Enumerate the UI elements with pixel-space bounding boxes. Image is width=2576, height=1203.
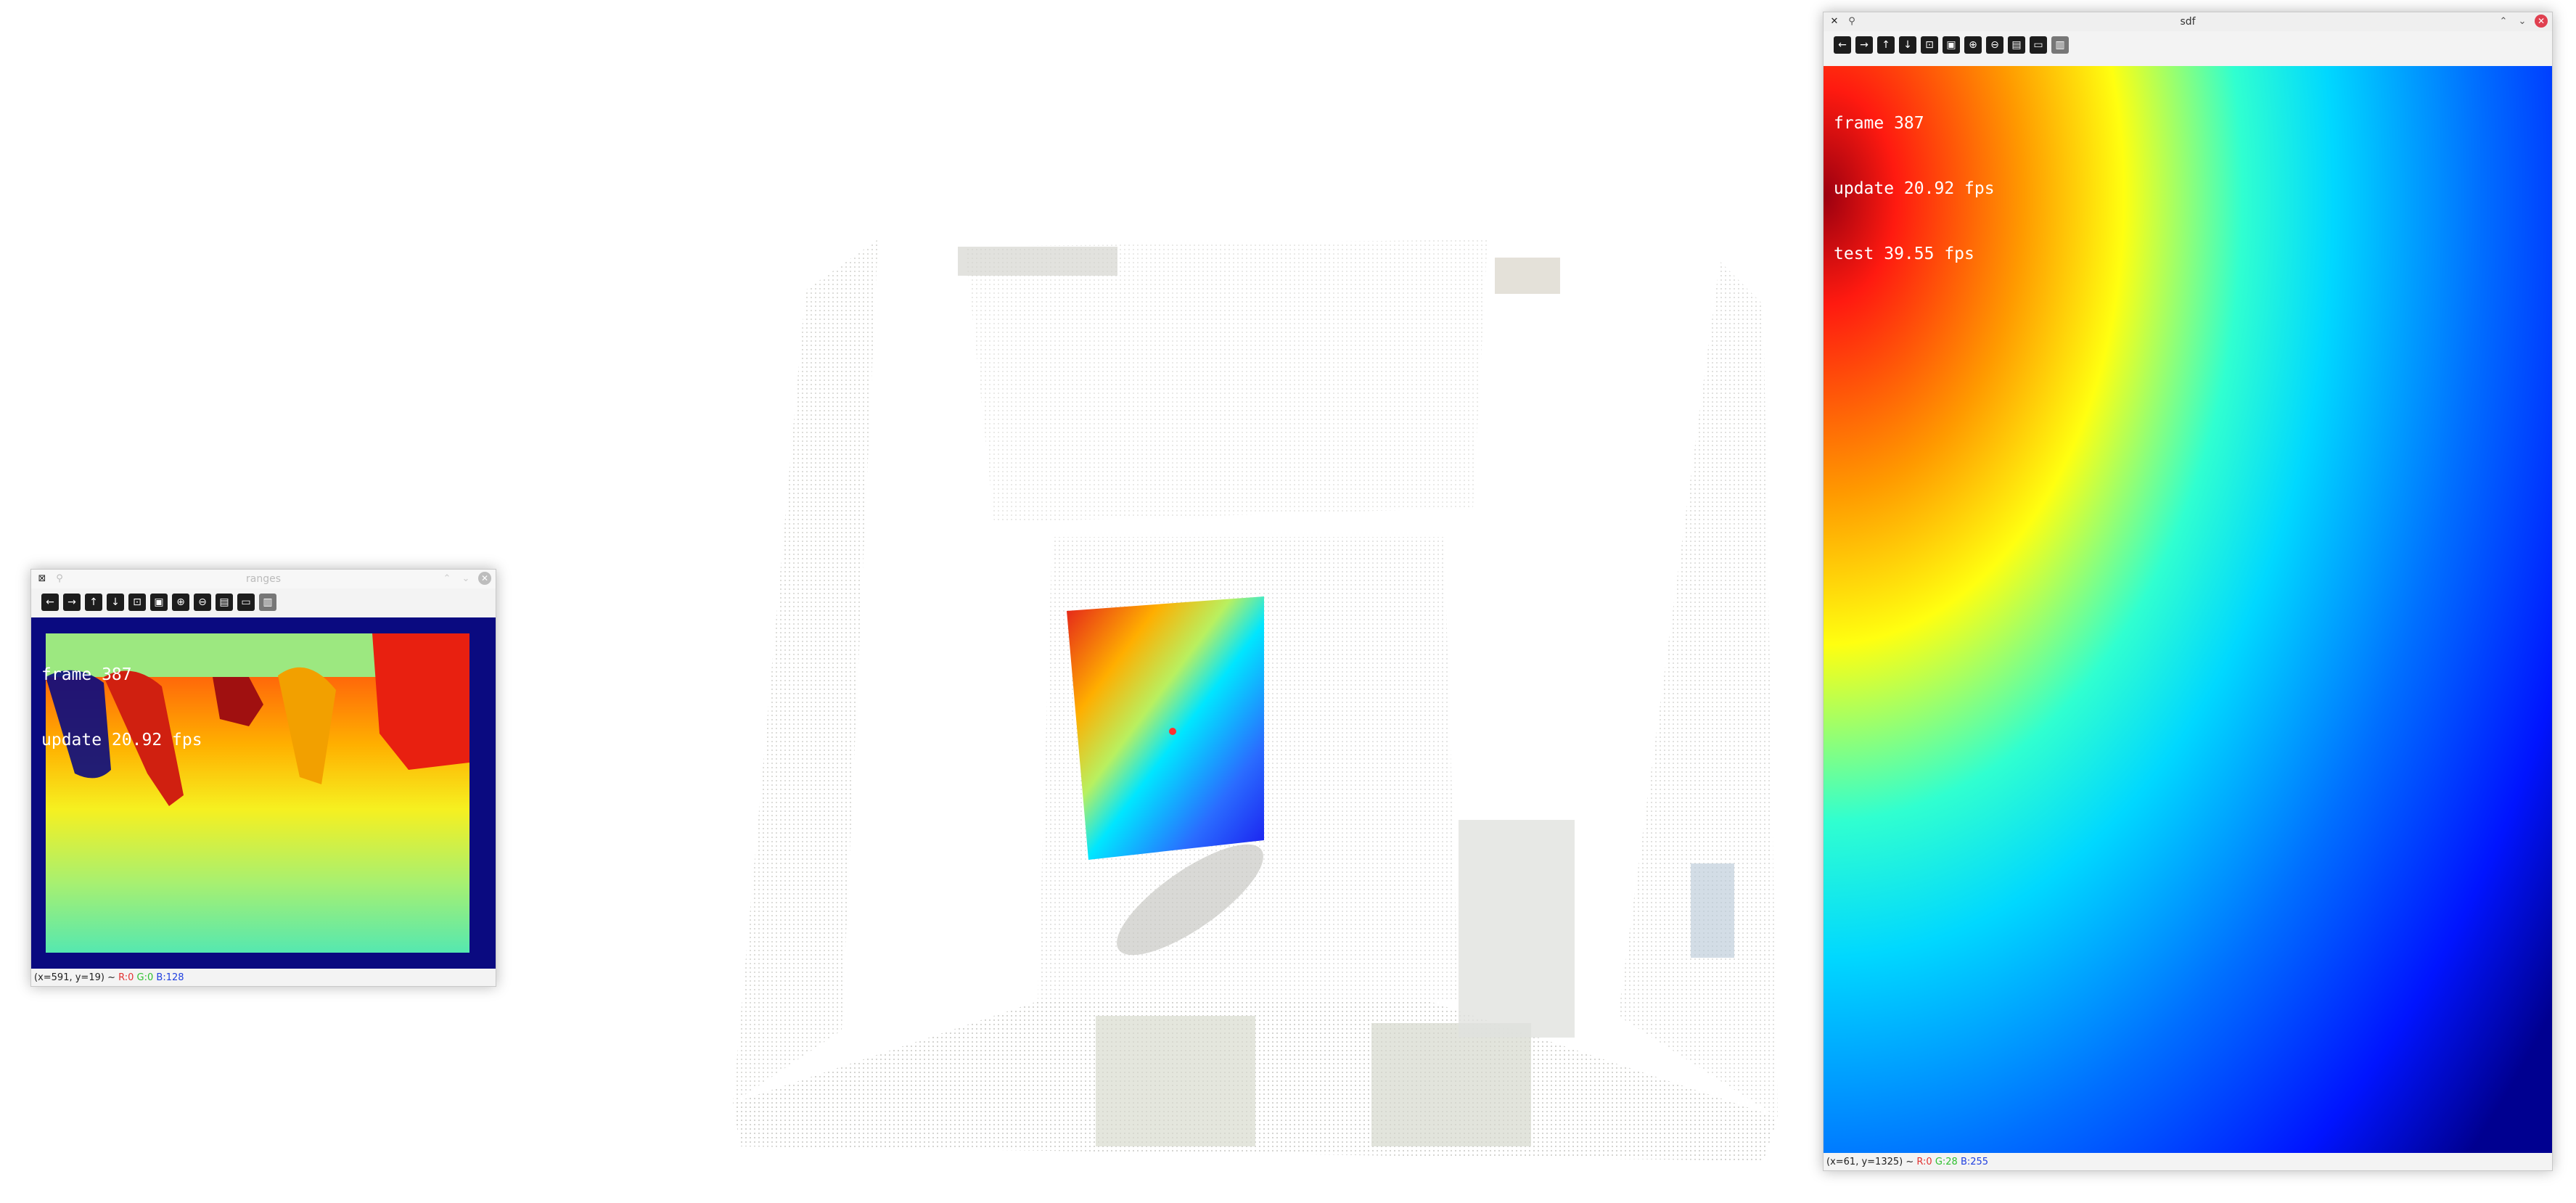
point-cloud-viewer[interactable]	[675, 0, 1778, 1203]
sdf-overlay: frame 387 update 20.92 fps test 39.55 fp…	[1834, 69, 1995, 308]
pan-right-icon[interactable]: →	[63, 594, 81, 611]
cursor-coords: (x=591, y=19) ~	[34, 972, 115, 983]
pan-left-icon[interactable]: ←	[41, 594, 59, 611]
pixel-r: R:0	[118, 972, 134, 983]
copy-icon[interactable]: ▭	[237, 594, 255, 611]
minimize-icon[interactable]: ⌄	[459, 572, 472, 585]
pixel-g: G:0	[136, 972, 154, 983]
sdf-titlebar[interactable]: ✕ ⚲ sdf ⌃ ⌄ ✕	[1824, 12, 2552, 31]
sdf-slice	[1067, 596, 1264, 860]
close-icon[interactable]: ✕	[2535, 15, 2548, 28]
zoom-in-icon[interactable]: ⊕	[172, 594, 189, 611]
zoom-out-icon[interactable]: ⊖	[194, 594, 211, 611]
update-fps-text: update 20.92 fps	[1834, 179, 1995, 198]
pan-right-icon[interactable]: →	[1855, 36, 1873, 54]
sdf-image[interactable]: frame 387 update 20.92 fps test 39.55 fp…	[1824, 66, 2552, 1153]
save-icon[interactable]: ▤	[216, 594, 233, 611]
frame-text: frame 387	[41, 665, 132, 684]
pixel-b: B:128	[156, 972, 184, 983]
pixel-g: G:28	[1935, 1156, 1958, 1167]
zoom-original-icon[interactable]: ▣	[1943, 36, 1960, 54]
save-icon[interactable]: ▤	[2008, 36, 2025, 54]
ranges-toolbar: ← → ↑ ↓ ⊡ ▣ ⊕ ⊖ ▤ ▭ ▥	[31, 588, 496, 616]
window-menu-icon[interactable]: ⊠	[36, 572, 49, 585]
pixel-r: R:0	[1916, 1156, 1932, 1167]
zoom-original-icon[interactable]: ▣	[150, 594, 168, 611]
zoom-fit-icon[interactable]: ⊡	[128, 594, 146, 611]
properties-icon[interactable]: ▥	[2051, 36, 2069, 54]
keep-above-icon[interactable]: ⌃	[440, 572, 454, 585]
update-fps-text: update 20.92 fps	[41, 731, 202, 750]
ranges-overlay: frame 387 update 20.92 fps	[41, 620, 202, 795]
ranges-statusbar: (x=591, y=19) ~ R:0 G:0 B:128	[31, 969, 496, 986]
pin-icon[interactable]: ⚲	[1845, 15, 1858, 28]
cursor-coords: (x=61, y=1325) ~	[1826, 1156, 1914, 1167]
pan-left-icon[interactable]: ←	[1834, 36, 1851, 54]
pixel-b: B:255	[1960, 1156, 1989, 1167]
sdf-toolbar: ← → ↑ ↓ ⊡ ▣ ⊕ ⊖ ▤ ▭ ▥	[1824, 31, 2552, 59]
properties-icon[interactable]: ▥	[259, 594, 276, 611]
window-menu-icon[interactable]: ✕	[1828, 15, 1841, 28]
ranges-window: ⊠ ⚲ ranges ⌃ ⌄ ✕ ← → ↑ ↓ ⊡ ▣ ⊕ ⊖ ▤ ▭ ▥ f…	[30, 569, 496, 987]
ranges-titlebar[interactable]: ⊠ ⚲ ranges ⌃ ⌄ ✕	[31, 570, 496, 588]
pan-up-icon[interactable]: ↑	[85, 594, 102, 611]
pin-icon[interactable]: ⚲	[53, 572, 66, 585]
sdf-statusbar: (x=61, y=1325) ~ R:0 G:28 B:255	[1824, 1153, 2552, 1170]
zoom-in-icon[interactable]: ⊕	[1964, 36, 1982, 54]
test-fps-text: test 39.55 fps	[1834, 245, 1974, 263]
slice-center-marker	[1169, 728, 1176, 735]
pan-down-icon[interactable]: ↓	[1899, 36, 1916, 54]
copy-icon[interactable]: ▭	[2030, 36, 2047, 54]
ranges-image[interactable]: frame 387 update 20.92 fps	[31, 617, 496, 969]
frame-text: frame 387	[1834, 114, 1924, 133]
window-title: sdf	[2180, 16, 2196, 28]
sdf-window: ✕ ⚲ sdf ⌃ ⌄ ✕ ← → ↑ ↓ ⊡ ▣ ⊕ ⊖ ▤ ▭ ▥ fram…	[1823, 12, 2553, 1171]
close-icon[interactable]: ✕	[478, 572, 491, 585]
zoom-out-icon[interactable]: ⊖	[1986, 36, 2003, 54]
window-title: ranges	[245, 573, 281, 585]
zoom-fit-icon[interactable]: ⊡	[1921, 36, 1938, 54]
pan-up-icon[interactable]: ↑	[1877, 36, 1895, 54]
keep-above-icon[interactable]: ⌃	[2497, 15, 2510, 28]
pan-down-icon[interactable]: ↓	[107, 594, 124, 611]
minimize-icon[interactable]: ⌄	[2516, 15, 2529, 28]
